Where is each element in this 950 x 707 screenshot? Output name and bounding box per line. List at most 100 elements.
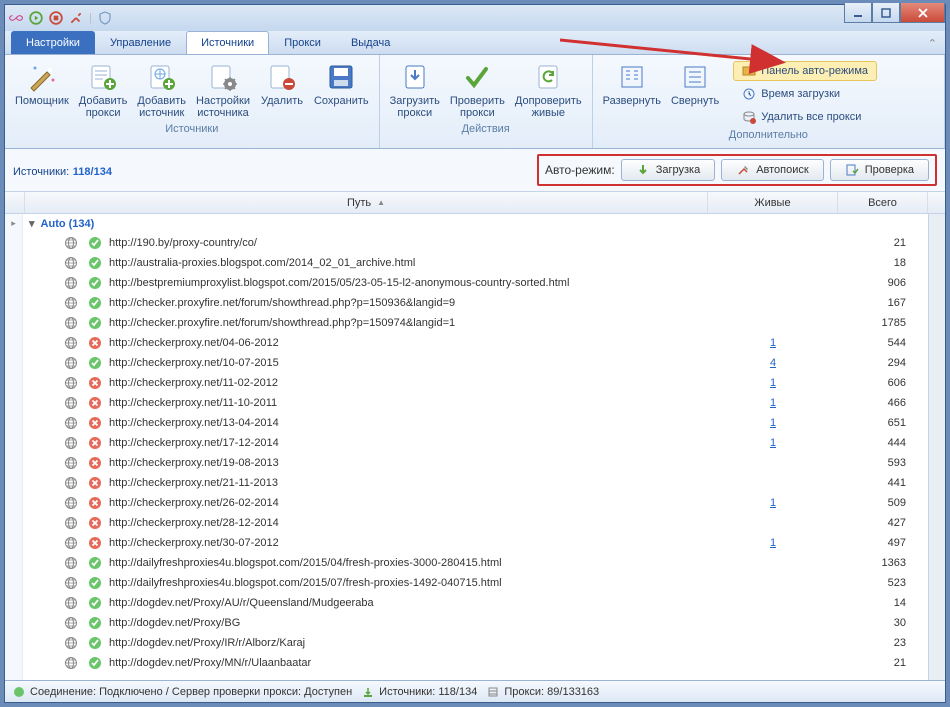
delete-button[interactable]: Удалить — [256, 59, 308, 121]
row-url: http://australia-proxies.blogspot.com/20… — [107, 257, 708, 269]
delete-all-button[interactable]: Удалить все прокси — [733, 107, 877, 127]
row-live[interactable]: 1 — [708, 437, 838, 449]
globe-icon — [59, 476, 83, 490]
sources-count-label: Источники: 118/134 — [13, 163, 112, 178]
close-button[interactable] — [900, 3, 945, 23]
add-source-button[interactable]: Добавитьисточник — [133, 59, 190, 121]
row-url: http://checkerproxy.net/17-12-2014 — [107, 437, 708, 449]
table-row[interactable]: http://checker.proxyfire.net/forum/showt… — [23, 293, 928, 313]
load-time-button[interactable]: Время загрузки — [733, 84, 877, 104]
table-row[interactable]: http://australia-proxies.blogspot.com/20… — [23, 253, 928, 273]
expand-button[interactable]: Развернуть — [599, 59, 665, 109]
table-row[interactable]: http://bestpremiumproxylist.blogspot.com… — [23, 273, 928, 293]
collapse-button[interactable]: Свернуть — [667, 59, 723, 109]
row-total: 523 — [838, 577, 928, 589]
collapse-ribbon-icon[interactable]: ⌃ — [928, 37, 937, 50]
tab-manage[interactable]: Управление — [95, 31, 186, 54]
row-total: 30 — [838, 617, 928, 629]
status-ok-icon — [83, 556, 107, 570]
row-live[interactable]: 1 — [708, 417, 838, 429]
row-url: http://checkerproxy.net/26-02-2014 — [107, 497, 708, 509]
globe-icon — [59, 536, 83, 550]
row-url: http://checkerproxy.net/28-12-2014 — [107, 517, 708, 529]
ribbon-tabs: Настройки Управление Источники Прокси Вы… — [5, 31, 945, 55]
status-error-icon — [83, 516, 107, 530]
table-row[interactable]: http://dogdev.net/Proxy/BG30 — [23, 613, 928, 633]
table-row[interactable]: http://dogdev.net/Proxy/IR/r/Alborz/Kara… — [23, 633, 928, 653]
grid-body[interactable]: ▾Auto (134) http://190.by/proxy-country/… — [23, 214, 928, 680]
save-button[interactable]: Сохранить — [310, 59, 373, 121]
tab-settings[interactable]: Настройки — [11, 31, 95, 54]
status-proxy: Прокси: 89/133163 — [504, 686, 599, 698]
table-row[interactable]: http://dailyfreshproxies4u.blogspot.com/… — [23, 573, 928, 593]
load-proxy-button[interactable]: Загрузитьпрокси — [386, 59, 444, 121]
auto-search-button[interactable]: Автопоиск — [721, 159, 824, 181]
table-row[interactable]: http://checkerproxy.net/11-02-20121606 — [23, 373, 928, 393]
table-row[interactable]: http://dogdev.net/Proxy/AU/r/Queensland/… — [23, 593, 928, 613]
row-live[interactable]: 1 — [708, 497, 838, 509]
table-row[interactable]: http://checkerproxy.net/19-08-2013593 — [23, 453, 928, 473]
globe-icon — [59, 336, 83, 350]
status-ok-icon — [83, 256, 107, 270]
maximize-button[interactable] — [872, 3, 900, 23]
titlebar: | — [5, 5, 945, 31]
tab-proxy[interactable]: Прокси — [269, 31, 336, 54]
row-total: 441 — [838, 477, 928, 489]
statusbar: Соединение: Подключено / Сервер проверки… — [5, 680, 945, 702]
auto-load-button[interactable]: Загрузка — [621, 159, 715, 181]
row-live[interactable]: 1 — [708, 397, 838, 409]
tool-icon[interactable] — [69, 11, 83, 25]
auto-mode-panel: Авто-режим: Загрузка Автопоиск Проверка — [537, 154, 937, 186]
table-row[interactable]: http://checkerproxy.net/21-11-2013441 — [23, 473, 928, 493]
col-path[interactable]: Путь — [25, 192, 708, 213]
status-ok-icon — [83, 636, 107, 650]
table-row[interactable]: http://checkerproxy.net/11-10-20111466 — [23, 393, 928, 413]
row-url: http://checker.proxyfire.net/forum/showt… — [107, 317, 708, 329]
wizard-button[interactable]: Помощник — [11, 59, 73, 121]
add-proxy-button[interactable]: Добавитьпрокси — [75, 59, 132, 121]
check-proxy-button[interactable]: Проверитьпрокси — [446, 59, 509, 121]
scrollbar[interactable] — [928, 214, 945, 680]
table-row[interactable]: http://checkerproxy.net/10-07-20154294 — [23, 353, 928, 373]
auto-panel-button[interactable]: Панель авто-режима — [733, 61, 877, 81]
table-row[interactable]: http://checkerproxy.net/04-06-20121544 — [23, 333, 928, 353]
minimize-button[interactable] — [844, 3, 872, 23]
table-row[interactable]: http://checker.proxyfire.net/forum/showt… — [23, 313, 928, 333]
infinity-icon — [9, 11, 23, 25]
globe-icon — [59, 356, 83, 370]
row-total: 1363 — [838, 557, 928, 569]
source-settings-button[interactable]: Настройкиисточника — [192, 59, 254, 121]
col-live[interactable]: Живые — [708, 192, 838, 213]
row-url: http://dailyfreshproxies4u.blogspot.com/… — [107, 577, 708, 589]
recheck-button[interactable]: Допроверитьживые — [511, 59, 586, 121]
shield-icon[interactable] — [98, 11, 112, 25]
table-row[interactable]: http://190.by/proxy-country/co/21 — [23, 233, 928, 253]
row-live[interactable]: 1 — [708, 537, 838, 549]
table-row[interactable]: http://checkerproxy.net/17-12-20141444 — [23, 433, 928, 453]
row-url: http://checkerproxy.net/19-08-2013 — [107, 457, 708, 469]
status-ok-icon — [83, 356, 107, 370]
row-total: 21 — [838, 657, 928, 669]
row-live[interactable]: 4 — [708, 357, 838, 369]
tab-sources[interactable]: Источники — [186, 31, 269, 54]
stop-icon[interactable] — [49, 11, 63, 25]
col-total[interactable]: Всего — [838, 192, 928, 213]
status-ok-icon — [13, 686, 25, 698]
table-row[interactable]: http://checkerproxy.net/13-04-20141651 — [23, 413, 928, 433]
table-row[interactable]: http://checkerproxy.net/26-02-20141509 — [23, 493, 928, 513]
table-row[interactable]: http://dailyfreshproxies4u.blogspot.com/… — [23, 553, 928, 573]
group-row[interactable]: ▾Auto (134) — [23, 214, 928, 233]
play-icon[interactable] — [29, 11, 43, 25]
status-ok-icon — [83, 296, 107, 310]
table-row[interactable]: http://checkerproxy.net/30-07-20121497 — [23, 533, 928, 553]
row-total: 606 — [838, 377, 928, 389]
row-total: 466 — [838, 397, 928, 409]
auto-check-button[interactable]: Проверка — [830, 159, 929, 181]
table-row[interactable]: http://checkerproxy.net/28-12-2014427 — [23, 513, 928, 533]
globe-icon — [59, 396, 83, 410]
table-row[interactable]: http://dogdev.net/Proxy/MN/r/Ulaanbaatar… — [23, 653, 928, 673]
row-url: http://checkerproxy.net/13-04-2014 — [107, 417, 708, 429]
row-live[interactable]: 1 — [708, 337, 838, 349]
row-live[interactable]: 1 — [708, 377, 838, 389]
tab-output[interactable]: Выдача — [336, 31, 405, 54]
